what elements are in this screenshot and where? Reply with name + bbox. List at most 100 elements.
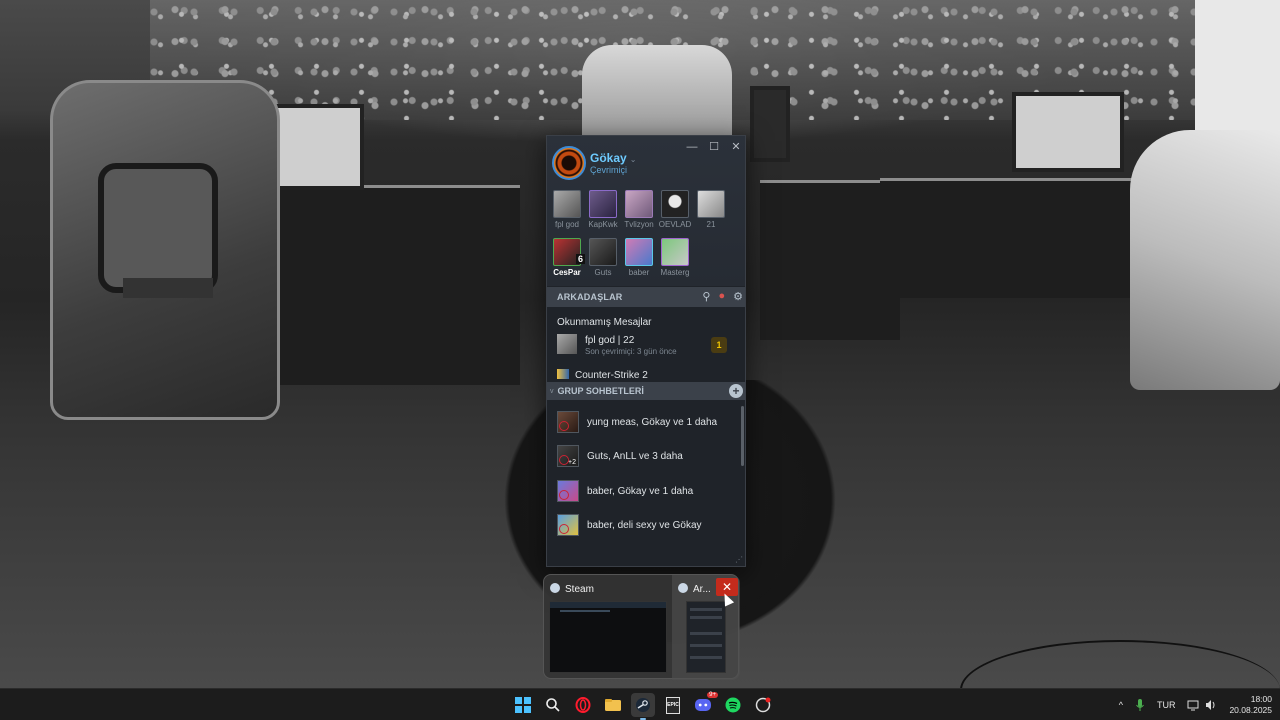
group-member-count: +2 [567, 459, 577, 466]
favorite-friend-label: Tvlizyon [624, 220, 654, 229]
spotify-button[interactable] [721, 693, 745, 717]
steam-button[interactable] [631, 693, 655, 720]
clock[interactable]: 18:00 20.08.2025 [1229, 694, 1272, 716]
language-indicator[interactable]: TUR [1157, 700, 1176, 710]
friend-level-badge: 6 [575, 254, 585, 264]
file-explorer-icon [605, 699, 621, 711]
unread-messages-title: Okunmamış Mesajlar [557, 317, 652, 328]
profile-avatar[interactable] [552, 146, 586, 180]
search-button[interactable] [541, 693, 565, 717]
search-icon[interactable]: ⚲ [702, 290, 710, 303]
game-category-row[interactable]: Counter-Strike 2 [557, 369, 648, 381]
clock-time: 18:00 [1250, 694, 1272, 704]
spotify-icon [725, 697, 741, 713]
wallpaper-panel [1195, 0, 1280, 135]
wallpaper-monitor [750, 86, 790, 162]
favorite-friend[interactable]: OEVLAD [657, 190, 693, 229]
friend-avatar [625, 238, 653, 266]
start-button[interactable] [511, 693, 535, 717]
file-explorer-button[interactable] [601, 693, 625, 717]
group-chat-item[interactable]: baber, Gökay ve 1 daha [557, 480, 733, 504]
favorite-friend[interactable]: fpl god [549, 190, 585, 229]
discord-button[interactable]: 9+ [691, 692, 718, 717]
group-chats-title: GRUP SOHBETLERİ [557, 386, 644, 396]
thumbnail-line [690, 644, 722, 647]
unread-count-badge: 1 [711, 337, 727, 353]
tray-status-icons[interactable] [1187, 699, 1217, 711]
minimize-button[interactable]: — [683, 140, 701, 154]
group-chat-name: Guts, AnLL ve 3 daha [587, 451, 683, 462]
taskbar-preview: Steam Ar... [543, 574, 740, 680]
group-chat-item[interactable]: yung meas, Gökay ve 1 daha [557, 411, 733, 435]
close-button[interactable]: ✕ [727, 140, 745, 154]
friend-avatar [589, 190, 617, 218]
group-chat-item[interactable]: baber, deli sexy ve Gökay [557, 514, 733, 538]
group-avatar [557, 514, 579, 536]
tray-overflow-button[interactable]: ^ [1119, 700, 1123, 710]
search-icon [546, 698, 560, 712]
game-icon [557, 369, 569, 379]
epic-games-button[interactable]: EPIC [661, 693, 685, 717]
favorite-friend[interactable]: KapKwk [585, 190, 621, 229]
group-avatar [557, 480, 579, 502]
friend-avatar [661, 238, 689, 266]
add-group-button[interactable]: + [729, 384, 743, 398]
wallpaper-chair-text [123, 278, 213, 298]
settings-icon[interactable]: ⚙ [733, 290, 743, 303]
steam-friends-window[interactable]: — ☐ ✕ Gökay ⌄ Çevrimiçi fpl god KapKwk Tv… [546, 135, 746, 567]
add-friend-icon[interactable]: ● [718, 290, 725, 303]
favorite-friend[interactable]: 6 CesPar [549, 238, 585, 277]
friend-avatar [589, 238, 617, 266]
microphone-icon[interactable] [1135, 698, 1145, 712]
wallpaper-desk [760, 180, 900, 340]
preview-title: Ar... [678, 583, 711, 595]
favorite-friend-label: OEVLAD [658, 220, 692, 229]
scrollbar[interactable] [741, 406, 744, 466]
chevron-down-icon[interactable]: v [550, 388, 554, 395]
chevron-down-icon: ⌄ [629, 155, 637, 164]
opera-button[interactable] [571, 693, 595, 717]
preview-title-text: Steam [565, 584, 594, 595]
favorite-friend[interactable]: Guts [585, 238, 621, 277]
friend-avatar [553, 190, 581, 218]
wallpaper-monitor [1012, 92, 1124, 172]
favorite-friend[interactable]: Masterg [657, 238, 693, 277]
favorite-friend[interactable]: 21 [693, 190, 729, 229]
preview-thumbnail [686, 601, 726, 673]
notification-badge: 9+ [707, 692, 718, 698]
group-chat-item[interactable]: +2 Guts, AnLL ve 3 daha [557, 445, 733, 469]
preview-title: Steam [550, 583, 594, 595]
epic-games-icon: EPIC [666, 696, 680, 714]
unread-message-item[interactable]: fpl god | 22 Son çevrimiçi: 3 gün önce 1 [557, 333, 737, 357]
friend-avatar [625, 190, 653, 218]
favorite-friend[interactable]: Tvlizyon [621, 190, 657, 229]
friends-header: — ☐ ✕ Gökay ⌄ Çevrimiçi fpl god KapKwk Tv… [547, 136, 745, 286]
profile-name-button[interactable]: Gökay ⌄ [590, 151, 636, 165]
group-chats-header[interactable]: v GRUP SOHBETLERİ + [547, 382, 745, 400]
volume-icon [1206, 700, 1215, 710]
window-controls: — ☐ ✕ [683, 140, 745, 154]
favorite-friend-label: 21 [706, 220, 716, 229]
friend-avatar [661, 190, 689, 218]
unread-friend-name: fpl god | 22 [585, 335, 635, 346]
wallpaper-desk [270, 185, 520, 385]
preview-window-steam[interactable]: Steam [544, 575, 670, 680]
friends-section-icons: ⚲ ● ⚙ [702, 290, 743, 303]
group-chat-name: baber, Gökay ve 1 daha [587, 486, 694, 497]
taskbar: EPIC 9+ ^ TUR 18:00 20.08.2025 [0, 688, 1280, 720]
windows-logo-icon [515, 697, 531, 713]
profile-status: Çevrimiçi [590, 165, 627, 175]
app-button[interactable] [751, 693, 775, 717]
clock-date: 20.08.2025 [1229, 705, 1272, 715]
resize-grip-icon[interactable]: ⋰ [735, 555, 743, 564]
group-chat-name: baber, deli sexy ve Gökay [587, 520, 702, 531]
wallpaper-chair-logo [98, 163, 218, 293]
group-chat-name: yung meas, Gökay ve 1 daha [587, 417, 718, 428]
friends-section-header[interactable]: ARKADAŞLAR ⚲ ● ⚙ [547, 287, 745, 307]
maximize-button[interactable]: ☐ [705, 140, 723, 154]
game-category-label: Counter-Strike 2 [575, 370, 648, 381]
wallpaper-chair [50, 80, 280, 420]
wallpaper-chair [1130, 130, 1280, 390]
favorite-friend[interactable]: baber [621, 238, 657, 277]
thumbnail-line [690, 608, 722, 611]
